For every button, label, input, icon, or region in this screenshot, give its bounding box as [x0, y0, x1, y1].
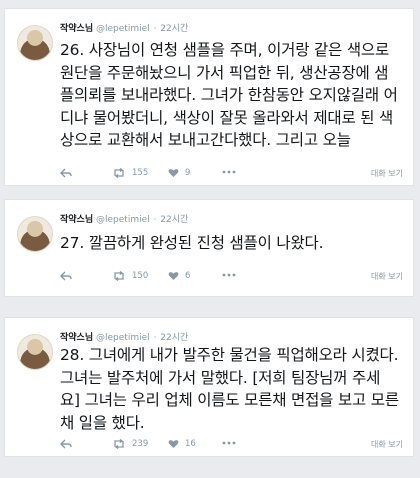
- more-icon: [222, 441, 236, 445]
- separator: ·: [153, 24, 157, 34]
- tweet-time[interactable]: 22시간: [160, 333, 188, 343]
- separator: ·: [153, 333, 157, 343]
- avatar[interactable]: [17, 334, 53, 370]
- author-handle[interactable]: @lepetimiel: [96, 333, 150, 343]
- retweet-count: 155: [132, 168, 149, 178]
- avatar[interactable]: [17, 216, 53, 252]
- reply-button[interactable]: [60, 271, 72, 281]
- like-icon: [168, 440, 179, 448]
- author-name[interactable]: 작약스님: [60, 215, 93, 225]
- retweet-icon: [114, 271, 124, 281]
- tweet-time[interactable]: 22시간: [160, 24, 188, 34]
- like-count: 16: [185, 439, 196, 449]
- view-conversation-link[interactable]: 대화 보기: [371, 439, 403, 450]
- more-button[interactable]: [222, 272, 236, 278]
- reply-button[interactable]: [60, 439, 72, 449]
- more-icon: [222, 273, 236, 277]
- tweet-text: 26. 사장님이 연청 샘플을 주며, 이거랑 같은 색으로 원단을 주문해놨으…: [60, 41, 398, 149]
- retweet-count: 150: [132, 271, 149, 281]
- tweet-actions: 155 9 대화 보기: [60, 168, 403, 184]
- tweet-header: 작약스님 @lepetimiel · 22시간: [60, 21, 188, 34]
- tweet-text: 27. 깔끔하게 완성된 진청 샘플이 나왔다.: [60, 234, 324, 252]
- view-conversation-link[interactable]: 대화 보기: [371, 271, 403, 282]
- tweet-header: 작약스님 @lepetimiel · 22시간: [60, 212, 188, 225]
- retweet-button[interactable]: 150: [112, 271, 148, 281]
- author-name[interactable]: 작약스님: [60, 24, 93, 34]
- like-icon: [168, 169, 179, 177]
- author-handle[interactable]: @lepetimiel: [96, 24, 150, 34]
- tweet-card[interactable]: 작약스님 @lepetimiel · 22시간 27. 깔끔하게 완성된 진청 …: [4, 199, 414, 297]
- separator: ·: [153, 215, 157, 225]
- more-button[interactable]: [222, 440, 236, 446]
- reply-button[interactable]: [60, 168, 72, 178]
- like-button[interactable]: 6: [168, 271, 190, 281]
- retweet-count: 239: [132, 439, 149, 449]
- author-name[interactable]: 작약스님: [60, 333, 93, 343]
- tweet-time[interactable]: 22시간: [160, 215, 188, 225]
- more-button[interactable]: [222, 169, 236, 175]
- like-icon: [168, 272, 179, 280]
- like-button[interactable]: 9: [168, 168, 190, 178]
- avatar[interactable]: [17, 25, 53, 61]
- like-count: 9: [185, 168, 191, 178]
- like-button[interactable]: 16: [168, 439, 196, 449]
- view-conversation-link[interactable]: 대화 보기: [371, 168, 403, 179]
- reply-icon: [60, 439, 72, 449]
- retweet-icon: [114, 439, 124, 449]
- author-handle[interactable]: @lepetimiel: [96, 215, 150, 225]
- tweet-card[interactable]: 작약스님 @lepetimiel · 22시간 26. 사장님이 연청 샘플을 …: [4, 8, 414, 186]
- tweet-actions: 150 6 대화 보기: [60, 271, 403, 287]
- more-icon: [222, 170, 236, 174]
- retweet-button[interactable]: 155: [112, 168, 148, 178]
- tweet-actions: 239 16 대화 보기: [60, 439, 403, 455]
- reply-icon: [60, 168, 72, 178]
- tweet-text: 28. 그녀에게 내가 발주한 물건을 픽업해오라 시켰다. 그녀는 발주처에 …: [60, 346, 399, 432]
- like-count: 6: [185, 271, 191, 281]
- tweet-card[interactable]: 작약스님 @lepetimiel · 22시간 28. 그녀에게 내가 발주한 …: [4, 317, 414, 457]
- retweet-icon: [114, 168, 124, 178]
- reply-icon: [60, 271, 72, 281]
- tweet-header: 작약스님 @lepetimiel · 22시간: [60, 330, 188, 343]
- retweet-button[interactable]: 239: [112, 439, 148, 449]
